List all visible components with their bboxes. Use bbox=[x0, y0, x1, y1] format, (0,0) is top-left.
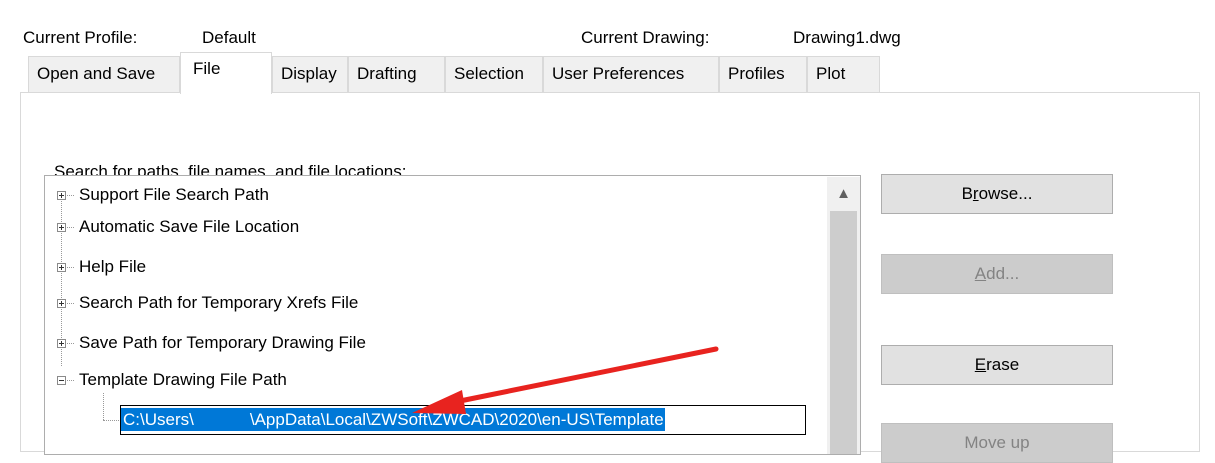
tab-user-preferences[interactable]: User Preferences bbox=[543, 56, 719, 92]
tree-connector bbox=[67, 303, 74, 304]
erase-label-post: rase bbox=[986, 355, 1020, 374]
tree-connector bbox=[67, 380, 74, 381]
tab-display[interactable]: Display bbox=[272, 56, 348, 92]
expand-plus-icon[interactable] bbox=[57, 263, 66, 272]
tab-selection[interactable]: Selection bbox=[445, 56, 543, 92]
tab-file[interactable]: File bbox=[180, 52, 272, 94]
tab-profiles[interactable]: Profiles bbox=[719, 56, 807, 92]
tree-connector bbox=[103, 420, 119, 421]
tree-item-label: Save Path for Temporary Drawing File bbox=[79, 333, 366, 352]
collapse-minus-icon[interactable] bbox=[57, 376, 66, 385]
add-label-post: dd... bbox=[986, 264, 1020, 283]
tree-connector bbox=[103, 393, 104, 420]
tab-plot[interactable]: Plot bbox=[807, 56, 880, 92]
scrollbar-thumb[interactable] bbox=[830, 211, 857, 454]
paths-tree[interactable]: Support File Search Path Automatic Save … bbox=[44, 175, 861, 455]
tree-item-label: Search Path for Temporary Xrefs File bbox=[79, 293, 359, 312]
expand-plus-icon[interactable] bbox=[57, 339, 66, 348]
browse-label-post: owse... bbox=[978, 184, 1033, 203]
tab-drafting[interactable]: Drafting bbox=[348, 56, 445, 92]
erase-label-accel: E bbox=[974, 355, 987, 374]
path-part-rest: \AppData\Local\ZWSoft\ZWCAD\2020\en-US\T… bbox=[249, 410, 664, 429]
browse-label-pre: B bbox=[961, 184, 973, 203]
expand-plus-icon[interactable] bbox=[57, 191, 66, 200]
scroll-up-arrow-icon[interactable]: ▲ bbox=[827, 177, 860, 211]
erase-button[interactable]: Erase bbox=[881, 345, 1113, 385]
tree-item-label: Automatic Save File Location bbox=[79, 217, 300, 236]
add-label-accel: A bbox=[974, 264, 987, 283]
template-path-input[interactable]: C:\Users\ \AppData\Local\ZWSoft\ZWCAD\202… bbox=[120, 405, 806, 435]
expand-plus-icon[interactable] bbox=[57, 299, 66, 308]
current-profile-label: Current Profile: bbox=[23, 28, 138, 47]
tab-open-and-save[interactable]: Open and Save bbox=[28, 56, 180, 92]
add-button[interactable]: Add... bbox=[881, 254, 1113, 294]
tree-connector bbox=[67, 343, 74, 344]
tree-item-label: Help File bbox=[79, 257, 147, 276]
tree-item-label: Support File Search Path bbox=[79, 185, 269, 204]
expand-plus-icon[interactable] bbox=[57, 223, 66, 232]
move-up-button[interactable]: Move up bbox=[881, 423, 1113, 463]
tree-item-label: Template Drawing File Path bbox=[79, 370, 287, 389]
browse-button[interactable]: Browse... bbox=[881, 174, 1113, 214]
tree-scrollbar[interactable]: ▲ bbox=[827, 177, 860, 454]
selected-path-text: C:\Users\ \AppData\Local\ZWSoft\ZWCAD\202… bbox=[121, 408, 665, 431]
current-drawing-value: Drawing1.dwg bbox=[793, 28, 901, 47]
current-profile-value: Default bbox=[202, 28, 256, 47]
tree-connector bbox=[67, 195, 74, 196]
tree-connector bbox=[67, 267, 74, 268]
current-drawing-label: Current Drawing: bbox=[581, 28, 710, 47]
path-part-users: C:\Users\ bbox=[123, 410, 194, 429]
tree-connector bbox=[67, 227, 74, 228]
